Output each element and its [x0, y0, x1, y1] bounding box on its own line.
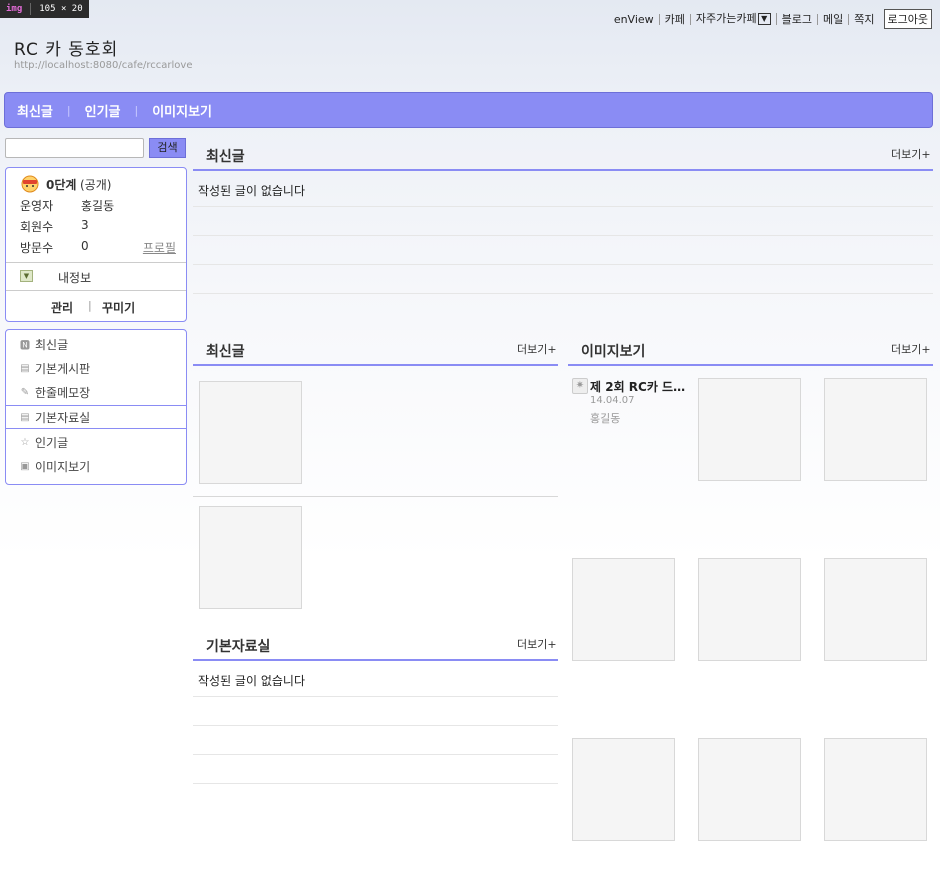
thumbnail-placeholder[interactable]	[698, 378, 801, 481]
more-link-latest-gallery[interactable]: 더보기+	[517, 341, 557, 357]
nav-divider: |	[134, 103, 139, 117]
thumbnail-placeholder[interactable]	[572, 558, 675, 661]
menu-item-label: 기본자료실	[35, 410, 91, 425]
row-divider	[193, 696, 558, 697]
devtool-tag: img	[6, 4, 23, 14]
devtool-size: 105 × 20	[39, 4, 83, 14]
thumbnail-placeholder[interactable]	[698, 738, 801, 841]
menu-item-label: 이미지보기	[35, 459, 91, 474]
cafe-url[interactable]: http://localhost:8080/cafe/rccarlove	[14, 60, 192, 71]
row-divider	[193, 754, 558, 755]
section-title-latest-gallery[interactable]: 최신글	[206, 341, 245, 361]
favorite-cafe-link[interactable]: 자주가는카페 ▼	[691, 13, 777, 25]
board-icon: ▤	[20, 362, 30, 374]
image-post-author: 홍길동	[590, 412, 621, 425]
image-post-title[interactable]: 제 2회 RC카 드…	[590, 378, 685, 395]
nav-images[interactable]: 이미지보기	[152, 101, 212, 120]
link-divider: |	[88, 299, 92, 312]
expand-icon[interactable]: ▼	[20, 270, 33, 282]
note-link[interactable]: 쪽지	[849, 14, 879, 25]
devtool-divider	[30, 3, 32, 15]
menu-item-latest[interactable]: 🅽 최신글	[6, 332, 186, 356]
row-divider	[193, 264, 933, 265]
board-menu: 🅽 최신글 ▤ 기본게시판 ✎ 한줄메모장 ▤ 기본자료실 ☆ 인기글 ▣ 이미…	[5, 329, 187, 485]
thumbnail-placeholder[interactable]	[572, 738, 675, 841]
blog-link[interactable]: 블로그	[777, 13, 819, 25]
menu-item-archive[interactable]: ▤ 기본자료실	[6, 405, 186, 429]
row-divider	[193, 206, 933, 207]
nav-latest[interactable]: 최신글	[17, 101, 53, 120]
nav-popular[interactable]: 인기글	[85, 101, 121, 120]
cafe-visibility: (공개)	[80, 178, 112, 192]
decorate-link[interactable]: 꾸미기	[102, 299, 135, 316]
divider	[6, 290, 186, 291]
chevron-down-icon[interactable]: ▼	[757, 13, 771, 25]
menu-item-label: 한줄메모장	[35, 385, 91, 400]
menu-item-popular[interactable]: ☆ 인기글	[6, 430, 186, 454]
profile-box: 0단계 (공개) 운영자 홍길동 회원수 3 방문수 0 프로필 ▼ 내정보 관…	[5, 167, 187, 322]
section-title-images[interactable]: 이미지보기	[581, 341, 645, 361]
empty-message: 작성된 글이 없습니다	[198, 184, 305, 198]
menu-item-label: 기본게시판	[35, 361, 91, 376]
level-name: 0단계	[46, 178, 77, 192]
image-post-date: 14.04.07	[590, 395, 635, 406]
row-divider	[193, 783, 558, 784]
thumbnail-placeholder[interactable]	[199, 506, 302, 609]
top-links: enView 카페 자주가는카페 ▼ 블로그 메일 쪽지 로그아웃	[609, 9, 932, 29]
logout-button[interactable]: 로그아웃	[883, 9, 932, 29]
profile-link[interactable]: 프로필	[143, 239, 176, 256]
visits-label: 방문수	[20, 241, 54, 255]
gear-icon: ✷	[572, 378, 588, 394]
board-icon: ▤	[20, 411, 30, 423]
pencil-icon: ✎	[20, 386, 30, 398]
search-input[interactable]	[5, 138, 144, 158]
row-divider	[193, 725, 558, 726]
members-value: 3	[81, 218, 89, 232]
manage-link[interactable]: 관리	[51, 299, 73, 316]
enview-link[interactable]: enView	[609, 13, 660, 25]
thumbnail-placeholder[interactable]	[824, 378, 927, 481]
menu-item-label: 인기글	[35, 435, 69, 450]
menu-item-label: 최신글	[35, 337, 69, 352]
divider	[6, 262, 186, 263]
row-divider	[193, 293, 933, 294]
devtool-size-badge: img 105 × 20	[0, 0, 89, 18]
cafe-link[interactable]: 카페	[660, 13, 691, 25]
main-nav: 최신글 | 인기글 | 이미지보기	[4, 92, 933, 128]
star-icon: ☆	[20, 436, 30, 448]
more-link-latest[interactable]: 더보기+	[891, 146, 931, 162]
thumbnail-placeholder[interactable]	[824, 738, 927, 841]
new-icon: 🅽	[20, 340, 30, 352]
favorite-cafe-label: 자주가는카페	[695, 12, 757, 25]
empty-message: 작성된 글이 없습니다	[198, 674, 305, 688]
more-link-archive[interactable]: 더보기+	[517, 636, 557, 652]
thumbnail-placeholder[interactable]	[199, 381, 302, 484]
level-badge-icon	[21, 175, 39, 193]
section-underline	[568, 364, 933, 366]
menu-item-memo[interactable]: ✎ 한줄메모장	[6, 380, 186, 404]
nav-divider: |	[66, 103, 71, 117]
members-label: 회원수	[20, 220, 54, 234]
menu-item-images[interactable]: ▣ 이미지보기	[6, 454, 186, 478]
section-title-latest[interactable]: 최신글	[206, 146, 245, 166]
image-icon: ▣	[20, 460, 30, 472]
more-link-images[interactable]: 더보기+	[891, 341, 931, 357]
visits-value: 0	[81, 239, 89, 253]
mail-link[interactable]: 메일	[818, 13, 850, 25]
row-divider	[193, 496, 558, 497]
cafe-title[interactable]: RC 카 동호회	[14, 35, 118, 60]
section-underline	[193, 659, 558, 661]
manager-label: 운영자	[20, 199, 54, 213]
row-divider	[193, 235, 933, 236]
search-button[interactable]: 검색	[149, 138, 186, 158]
section-title-archive[interactable]: 기본자료실	[206, 636, 270, 656]
manager-value: 홍길동	[81, 199, 115, 213]
thumbnail-placeholder[interactable]	[698, 558, 801, 661]
myinfo-toggle[interactable]: 내정보	[58, 269, 91, 286]
section-underline	[193, 364, 558, 366]
section-underline	[193, 169, 933, 171]
menu-item-basic-board[interactable]: ▤ 기본게시판	[6, 356, 186, 380]
thumbnail-placeholder[interactable]	[824, 558, 927, 661]
